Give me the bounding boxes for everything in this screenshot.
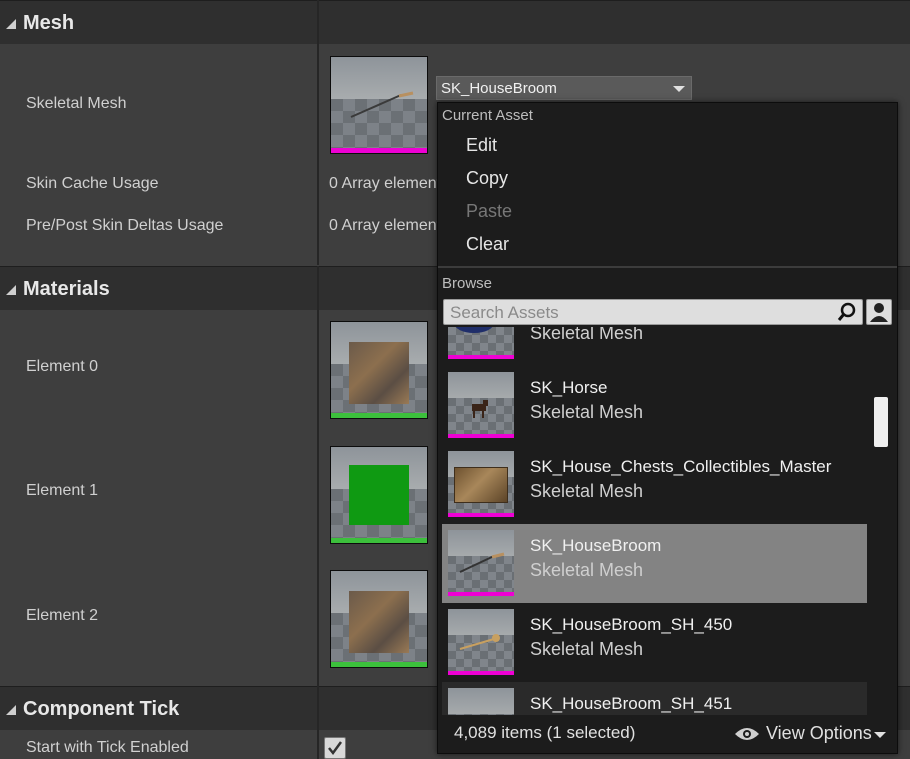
pre-post-value: 0 Array element <box>329 217 442 234</box>
column-divider[interactable] <box>317 0 319 265</box>
element-1-label: Element 1 <box>26 482 99 499</box>
skeletal-mesh-combo[interactable]: SK_HouseBroom <box>436 76 692 100</box>
menu-item-paste[interactable]: Paste <box>466 201 512 222</box>
column-divider[interactable] <box>317 266 319 686</box>
category-title: Component Tick <box>23 698 180 720</box>
scrollbar-track[interactable] <box>878 331 886 711</box>
list-item-selected[interactable]: SK_HouseBroom Skeletal Mesh <box>442 524 867 603</box>
skin-cache-value: 0 Array element <box>329 175 442 192</box>
asset-type: Skeletal Mesh <box>530 639 644 659</box>
asset-thumbnail <box>448 609 514 675</box>
broom-preview <box>350 91 414 118</box>
search-icon[interactable] <box>837 302 857 322</box>
asset-type: Skeletal Mesh <box>530 327 644 343</box>
column-divider[interactable] <box>317 686 319 759</box>
element-0-label: Element 0 <box>26 358 99 375</box>
asset-type: Skeletal Mesh <box>530 402 644 422</box>
skeletal-mesh-label: Skeletal Mesh <box>26 95 127 112</box>
asset-thumbnail <box>448 688 514 717</box>
view-options-label: View Options <box>766 723 872 743</box>
chevron-down-icon <box>874 732 886 738</box>
element-0-thumbnail[interactable] <box>330 321 428 419</box>
user-icon <box>870 303 888 322</box>
asset-type: Skeletal Mesh <box>530 560 644 580</box>
menu-separator <box>438 266 897 268</box>
combo-value: SK_HouseBroom <box>441 80 557 97</box>
dropdown-footer: 4,089 items (1 selected) View Options <box>438 715 897 753</box>
element-2-thumbnail[interactable] <box>330 570 428 668</box>
asset-thumbnail <box>448 327 514 359</box>
asset-thumbnail <box>448 372 514 438</box>
element-1-thumbnail[interactable] <box>330 446 428 544</box>
current-asset-header: Current Asset <box>442 107 533 124</box>
search-placeholder: Search Assets <box>450 303 559 322</box>
scrollbar-thumb[interactable] <box>874 397 888 447</box>
asset-name: SK_Horse <box>530 378 608 397</box>
menu-item-edit[interactable]: Edit <box>466 135 497 156</box>
list-item[interactable]: SK_Horse Skeletal Mesh <box>442 366 867 445</box>
asset-list[interactable]: Skeletal Mesh SK_Horse Skeletal Mesh SK_… <box>438 327 878 717</box>
category-title: Mesh <box>23 12 75 34</box>
menu-item-clear[interactable]: Clear <box>466 234 509 255</box>
asset-thumbnail <box>448 530 514 596</box>
checkmark-icon <box>328 741 343 756</box>
asset-picker-dropdown: Current Asset Edit Copy Paste Clear Brow… <box>437 102 898 754</box>
collapse-arrow-icon[interactable] <box>6 285 16 295</box>
list-item[interactable]: SK_HouseBroom_SH_450 Skeletal Mesh <box>442 603 867 682</box>
start-with-tick-checkbox[interactable] <box>324 737 346 759</box>
skeletal-mesh-thumbnail[interactable] <box>330 56 428 154</box>
asset-thumbnail <box>448 451 514 517</box>
start-with-tick-label: Start with Tick Enabled <box>26 739 189 756</box>
item-count: 4,089 items (1 selected) <box>454 723 636 742</box>
category-title: Materials <box>23 278 110 300</box>
list-item[interactable]: SK_House_Chests_Collectibles_Master Skel… <box>442 445 867 524</box>
menu-item-copy[interactable]: Copy <box>466 168 508 189</box>
asset-name: SK_House_Chests_Collectibles_Master <box>530 457 832 476</box>
chevron-down-icon <box>673 86 685 92</box>
search-assets-input[interactable]: Search Assets <box>443 299 863 325</box>
asset-type: Skeletal Mesh <box>530 481 644 501</box>
asset-name: SK_HouseBroom_SH_451 <box>530 694 733 713</box>
asset-name: SK_HouseBroom <box>530 536 662 555</box>
collapse-arrow-icon[interactable] <box>6 19 16 29</box>
element-2-label: Element 2 <box>26 607 99 624</box>
list-item[interactable]: Skeletal Mesh <box>442 327 867 366</box>
user-filter-button[interactable] <box>866 299 892 325</box>
category-mesh[interactable]: Mesh <box>0 0 910 44</box>
list-item[interactable]: SK_HouseBroom_SH_451 <box>442 682 867 717</box>
asset-name: SK_HouseBroom_SH_450 <box>530 615 733 634</box>
pre-post-label: Pre/Post Skin Deltas Usage <box>26 217 224 234</box>
eye-icon <box>735 728 759 740</box>
collapse-arrow-icon[interactable] <box>6 705 16 715</box>
skin-cache-label: Skin Cache Usage <box>26 175 159 192</box>
browse-header: Browse <box>442 275 493 292</box>
